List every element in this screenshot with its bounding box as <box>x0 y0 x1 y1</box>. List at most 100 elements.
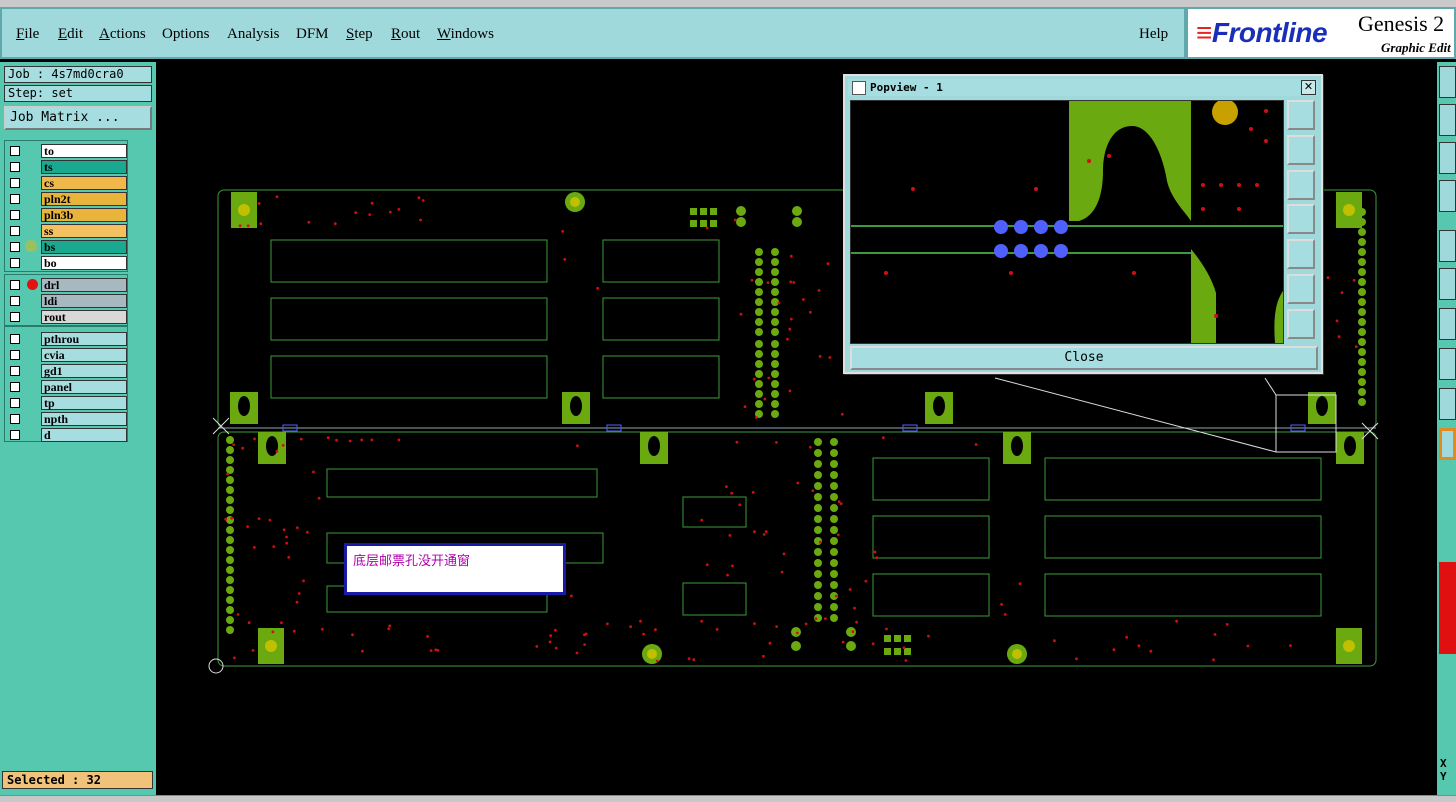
drill-dot-icon <box>27 279 38 290</box>
tool-button-2[interactable] <box>1439 104 1456 136</box>
layer-checkbox[interactable] <box>10 242 20 252</box>
menu-options[interactable]: Options <box>162 26 210 43</box>
tool-button-9[interactable] <box>1439 388 1456 420</box>
layer-row-to[interactable]: to <box>5 143 127 159</box>
drill-dot <box>335 438 338 442</box>
menu-actions[interactable]: Actions <box>99 26 146 43</box>
pin-pad <box>814 581 822 589</box>
tool-button-7[interactable] <box>1439 308 1456 340</box>
layer-row-pln2t[interactable]: pln2t <box>5 191 127 207</box>
drill-dot <box>751 491 755 494</box>
pin-pad <box>814 603 822 611</box>
layer-row-rout[interactable]: rout <box>5 309 127 325</box>
pin-pad <box>771 248 779 256</box>
drill-dot <box>786 337 789 341</box>
drill-dot <box>360 438 364 442</box>
layer-row-npth[interactable]: npth <box>5 411 127 427</box>
stamp-hole <box>994 244 1008 258</box>
layer-checkbox[interactable] <box>10 258 20 268</box>
drill-dot <box>1034 187 1038 191</box>
layer-checkbox[interactable] <box>10 296 20 306</box>
menu-rout[interactable]: Rout <box>391 26 420 43</box>
layer-row-bo[interactable]: bo <box>5 255 127 271</box>
tool-button-3[interactable] <box>1439 142 1456 174</box>
drill-dot <box>246 224 250 228</box>
layer-row-panel[interactable]: panel <box>5 379 127 395</box>
tool-button-10[interactable] <box>1439 428 1456 460</box>
layer-row-ts[interactable]: ts <box>5 159 127 175</box>
job-matrix-button[interactable]: Job Matrix ... <box>4 106 152 130</box>
drill-dot <box>705 226 709 230</box>
pin-pad <box>1358 298 1366 306</box>
pv-zoom-fit-button[interactable] <box>1287 100 1315 130</box>
layer-checkbox[interactable] <box>10 398 20 408</box>
layer-row-d[interactable]: d <box>5 427 127 443</box>
layer-checkbox[interactable] <box>10 430 20 440</box>
menu-edit[interactable]: Edit <box>58 26 83 43</box>
layer-checkbox[interactable] <box>10 312 20 322</box>
pv-pan-left-button[interactable] <box>1287 204 1315 234</box>
drill-dot <box>287 555 291 559</box>
layer-checkbox[interactable] <box>10 334 20 344</box>
drill-dot <box>1352 278 1356 282</box>
pv-pan-right-button[interactable] <box>1287 239 1315 269</box>
close-icon[interactable]: ✕ <box>1301 80 1316 95</box>
fiducial-core <box>647 649 657 659</box>
layer-row-ldi[interactable]: ldi <box>5 293 127 309</box>
drill-dot <box>725 485 728 488</box>
drill-dot <box>575 651 579 655</box>
popview-viewport[interactable] <box>850 100 1284 344</box>
layer-row-pln3b[interactable]: pln3b <box>5 207 127 223</box>
layer-checkbox[interactable] <box>10 280 20 290</box>
menu-dfm[interactable]: DFM <box>296 26 329 43</box>
drill-dot <box>848 588 852 591</box>
layer-checkbox[interactable] <box>10 210 20 220</box>
tool-button-6[interactable] <box>1439 268 1456 300</box>
layer-checkbox[interactable] <box>10 178 20 188</box>
layer-row-ss[interactable]: ss <box>5 223 127 239</box>
layer-checkbox[interactable] <box>10 366 20 376</box>
menu-windows[interactable]: Windows <box>437 26 494 43</box>
menu-file[interactable]: File <box>16 26 39 43</box>
smd-pad <box>894 648 901 655</box>
tool-button-8[interactable] <box>1439 348 1456 380</box>
layer-checkbox[interactable] <box>10 414 20 424</box>
fiducial-core <box>1012 649 1022 659</box>
layer-row-cvia[interactable]: cvia <box>5 347 127 363</box>
drill-dot <box>247 621 251 625</box>
drill-dot <box>818 540 822 544</box>
tool-button-5[interactable] <box>1439 230 1456 262</box>
smd-pad <box>884 648 891 655</box>
tool-button-4[interactable] <box>1439 180 1456 212</box>
layer-checkbox[interactable] <box>10 162 20 172</box>
drill-dot <box>837 500 841 503</box>
layer-checkbox[interactable] <box>10 146 20 156</box>
popview-titlebar[interactable]: Popview - 1 ✕ <box>848 79 1318 96</box>
layer-row-gd1[interactable]: gd1 <box>5 363 127 379</box>
pv-pan-down-button[interactable] <box>1287 170 1315 200</box>
layer-name: pln2t <box>41 192 127 206</box>
layer-name: pthrou <box>41 332 127 346</box>
menu-help[interactable]: Help <box>1139 26 1168 43</box>
layer-row-cs[interactable]: cs <box>5 175 127 191</box>
layer-row-tp[interactable]: tp <box>5 395 127 411</box>
pv-zoom-in-button[interactable] <box>1287 309 1315 339</box>
layer-checkbox[interactable] <box>10 350 20 360</box>
layer-name: npth <box>41 412 127 426</box>
pin-pad <box>771 328 779 336</box>
pv-pan-up-button[interactable] <box>1287 135 1315 165</box>
layer-row-drl[interactable]: drl <box>5 277 127 293</box>
drill-dot <box>354 211 358 215</box>
pv-zoom-out-button[interactable] <box>1287 274 1315 304</box>
tool-button-1[interactable] <box>1439 66 1456 98</box>
layer-name: ss <box>41 224 127 238</box>
menu-step[interactable]: Step <box>346 26 373 43</box>
menu-analysis[interactable]: Analysis <box>227 26 280 43</box>
layer-checkbox[interactable] <box>10 382 20 392</box>
drill-dot <box>768 641 772 645</box>
layer-checkbox[interactable] <box>10 226 20 236</box>
layer-row-bs[interactable]: bs <box>5 239 127 255</box>
layer-row-pthrou[interactable]: pthrou <box>5 331 127 347</box>
popview-close-button[interactable]: Close <box>850 346 1318 370</box>
layer-checkbox[interactable] <box>10 194 20 204</box>
